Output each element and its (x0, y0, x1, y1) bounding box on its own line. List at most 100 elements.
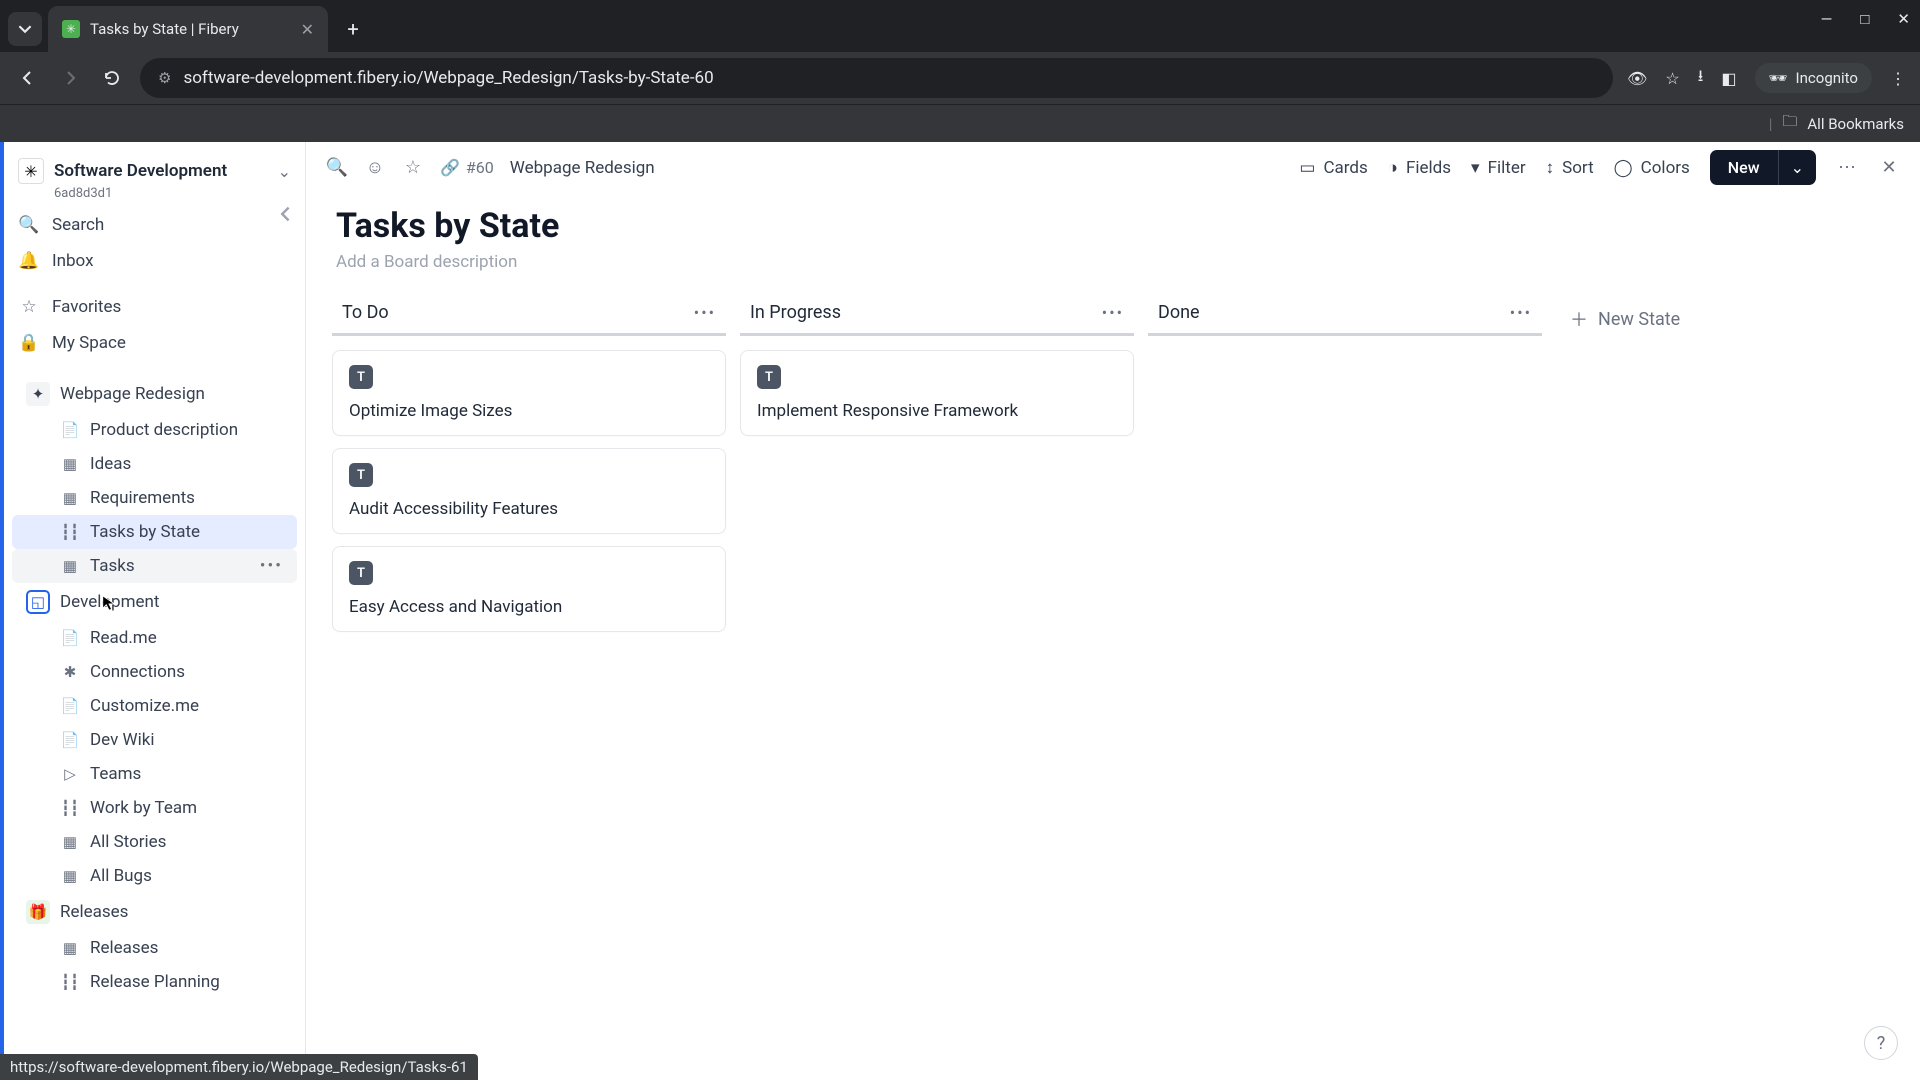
browser-tab[interactable]: ✳ Tasks by State | Fibery ✕ (48, 6, 328, 52)
nav-item-releases[interactable]: ▦ Releases (12, 931, 297, 965)
nav-item-all-bugs[interactable]: ▦All Bugs (12, 859, 297, 893)
space-development[interactable]: ◱Development (12, 583, 297, 621)
workspace-id: 6ad8d3d1 (54, 186, 305, 201)
sort-button[interactable]: ↕Sort (1546, 158, 1594, 178)
nav-item-tasks[interactable]: ▦Tasks••• (12, 549, 297, 583)
breadcrumb-link[interactable]: 🔗 #60 (440, 158, 494, 177)
fields-button[interactable]: ◑Fields (1388, 158, 1451, 178)
task-card[interactable]: TOptimize Image Sizes (332, 350, 726, 436)
new-button-dropdown[interactable]: ⌄ (1778, 150, 1816, 185)
side-panel-icon[interactable]: ◧ (1721, 69, 1736, 88)
view-search-button[interactable]: 🔍 (326, 157, 348, 179)
tab-search-button[interactable] (8, 12, 42, 46)
nav-item-product-description[interactable]: 📄Product description (12, 413, 297, 447)
filter-button[interactable]: ▾Filter (1471, 158, 1526, 178)
help-button[interactable]: ? (1864, 1026, 1898, 1060)
bookmark-star-icon[interactable]: ☆ (1665, 69, 1679, 88)
sidebar-favorites[interactable]: ☆ Favorites (4, 289, 305, 325)
address-bar[interactable]: ⚙ software-development.fibery.io/Webpage… (140, 58, 1613, 98)
nav-item-more-button[interactable]: ••• (260, 556, 283, 576)
nav-item-label: Release Planning (90, 972, 220, 992)
eye-off-icon[interactable]: 👁 (1627, 69, 1647, 88)
nav-item-teams[interactable]: ▷Teams (12, 757, 297, 791)
space-label: Webpage Redesign (60, 384, 205, 404)
colors-icon: ◯ (1614, 158, 1633, 178)
close-view-button[interactable]: ✕ (1878, 157, 1900, 179)
nav-item-ideas[interactable]: ▦Ideas (12, 447, 297, 481)
new-tab-button[interactable]: + (336, 12, 370, 46)
incognito-badge[interactable]: 🕶 Incognito (1755, 63, 1873, 93)
nav-item-label: Dev Wiki (90, 730, 154, 750)
nav-item-release-planning[interactable]: ┇┇Release Planning (12, 965, 297, 999)
view-toolbar: 🔍 ☺ ☆ 🔗 #60 Webpage Redesign ▭Cards ◑Fie… (306, 142, 1920, 194)
favicon-icon: ✳ (62, 20, 80, 38)
nav-item-label: Customize.me (90, 696, 199, 716)
forward-button[interactable] (56, 64, 84, 92)
arrow-right-icon (60, 68, 80, 88)
space-releases[interactable]: 🎁Releases (12, 893, 297, 931)
nav-tree: ✦ Webpage Redesign 📄Product description▦Id… (4, 375, 305, 999)
workspace-name: Software Development (54, 161, 227, 181)
sparkle-icon: ✦ (26, 382, 50, 406)
space-webpage-redesign[interactable]: ✦ Webpage Redesign (12, 375, 297, 413)
nav-item-customize.me[interactable]: 📄Customize.me (12, 689, 297, 723)
nav-item-read.me[interactable]: 📄Read.me (12, 621, 297, 655)
close-window-button[interactable]: ✕ (1897, 10, 1910, 28)
browser-menu-button[interactable]: ⋮ (1890, 69, 1906, 88)
new-button[interactable]: New ⌄ (1710, 150, 1816, 185)
column-more-button[interactable]: ••• (1102, 303, 1124, 322)
favorite-star-button[interactable]: ☆ (402, 157, 424, 179)
site-settings-icon[interactable]: ⚙ (158, 69, 171, 87)
task-card[interactable]: TEasy Access and Navigation (332, 546, 726, 632)
task-card[interactable]: TAudit Accessibility Features (332, 448, 726, 534)
column-header[interactable]: Done••• (1148, 296, 1542, 336)
sort-icon: ↕ (1546, 158, 1555, 178)
back-button[interactable] (14, 64, 42, 92)
task-type-badge: T (349, 463, 373, 487)
sidebar-my-space[interactable]: 🔒 My Space (4, 325, 305, 361)
task-card[interactable]: TImplement Responsive Framework (740, 350, 1134, 436)
sidebar-inbox[interactable]: 🔔 Inbox (4, 243, 305, 279)
minimize-button[interactable]: ― (1821, 10, 1833, 28)
page-description-placeholder[interactable]: Add a Board description (336, 252, 1890, 272)
breadcrumb-parent[interactable]: Webpage Redesign (510, 158, 655, 178)
column-more-button[interactable]: ••• (694, 303, 716, 322)
column-header[interactable]: In Progress••• (740, 296, 1134, 336)
cards-toggle[interactable]: ▭Cards (1299, 158, 1367, 178)
bookmarks-bar: | 🗀 All Bookmarks (0, 104, 1920, 142)
nav-item-connections[interactable]: ✱Connections (12, 655, 297, 689)
folder-icon: 🗀 (1782, 111, 1797, 136)
sidebar-inbox-label: Inbox (52, 251, 94, 271)
new-state-button[interactable]: ＋New State (1556, 298, 1694, 340)
maximize-button[interactable]: □ (1860, 10, 1869, 28)
nav-item-requirements[interactable]: ▦Requirements (12, 481, 297, 515)
column-more-button[interactable]: ••• (1510, 303, 1532, 322)
grid-icon: ▦ (60, 938, 80, 958)
tab-close-button[interactable]: ✕ (301, 20, 314, 39)
reload-button[interactable] (98, 64, 126, 92)
bell-icon: 🔔 (18, 251, 40, 271)
star-icon: ☆ (18, 297, 40, 317)
more-menu-button[interactable]: ⋯ (1836, 157, 1858, 179)
nav-item-work-by-team[interactable]: ┇┇Work by Team (12, 791, 297, 825)
nav-item-label: Releases (90, 938, 158, 958)
sidebar-search[interactable]: 🔍 Search (4, 207, 305, 243)
nav-item-tasks-by-state[interactable]: ┇┇Tasks by State (12, 515, 297, 549)
nav-item-label: Requirements (90, 488, 195, 508)
task-title: Implement Responsive Framework (757, 401, 1117, 421)
nav-item-label: All Stories (90, 832, 166, 852)
nav-item-all-stories[interactable]: ▦All Stories (12, 825, 297, 859)
app-root: ✳ Software Development ⌄ 6ad8d3d1 🔍 Sear… (0, 142, 1920, 1080)
emoji-button[interactable]: ☺ (364, 157, 386, 179)
grid-icon: ▦ (60, 556, 80, 576)
plus-icon: ＋ (1570, 306, 1588, 332)
doc-icon: 📄 (60, 730, 80, 750)
nav-item-dev-wiki[interactable]: 📄 Dev Wiki (12, 723, 297, 757)
downloads-icon[interactable]: ⭳ (1698, 65, 1704, 92)
column-done: Done••• (1148, 296, 1542, 350)
column-header[interactable]: To Do••• (332, 296, 726, 336)
colors-button[interactable]: ◯Colors (1614, 158, 1690, 178)
page-title[interactable]: Tasks by State (336, 206, 1890, 246)
cards-icon: ▭ (1299, 158, 1315, 178)
all-bookmarks-button[interactable]: All Bookmarks (1807, 115, 1904, 133)
